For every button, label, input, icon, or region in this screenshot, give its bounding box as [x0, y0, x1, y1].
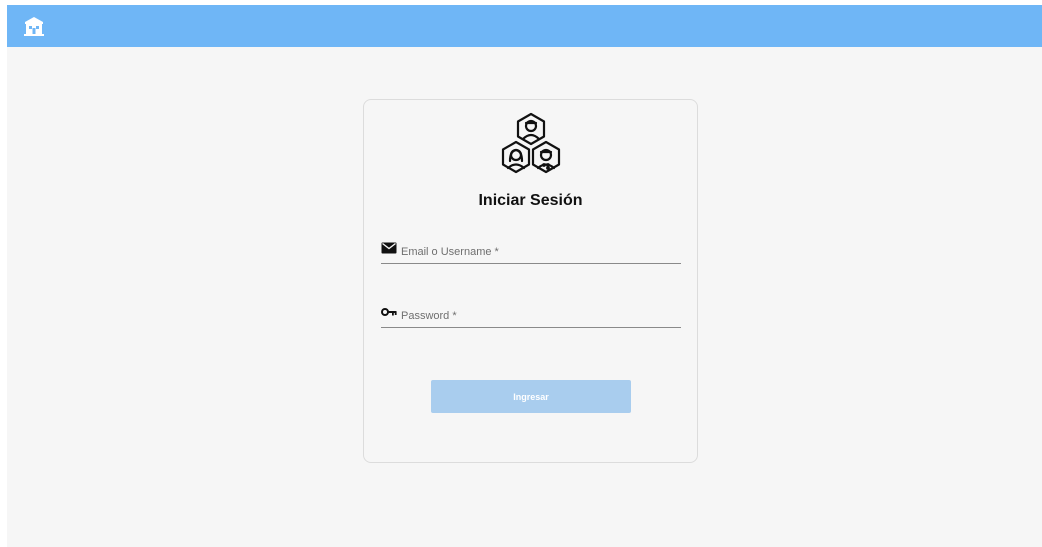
key-icon [381, 305, 397, 317]
ingresar-button[interactable]: Ingresar [431, 380, 631, 413]
envelope-icon [381, 241, 397, 254]
login-title: Iniciar Sesión [478, 192, 583, 209]
login-card: Iniciar Sesión Ingresar [363, 99, 698, 463]
building-icon[interactable] [23, 16, 45, 36]
app-bar [7, 5, 1042, 47]
app-root: Iniciar Sesión Ingresar [7, 5, 1042, 547]
team-hexagon-icon [496, 112, 566, 182]
password-input[interactable] [401, 307, 679, 325]
email-input[interactable] [401, 243, 679, 261]
email-field[interactable] [381, 238, 681, 264]
password-field[interactable] [381, 302, 681, 328]
